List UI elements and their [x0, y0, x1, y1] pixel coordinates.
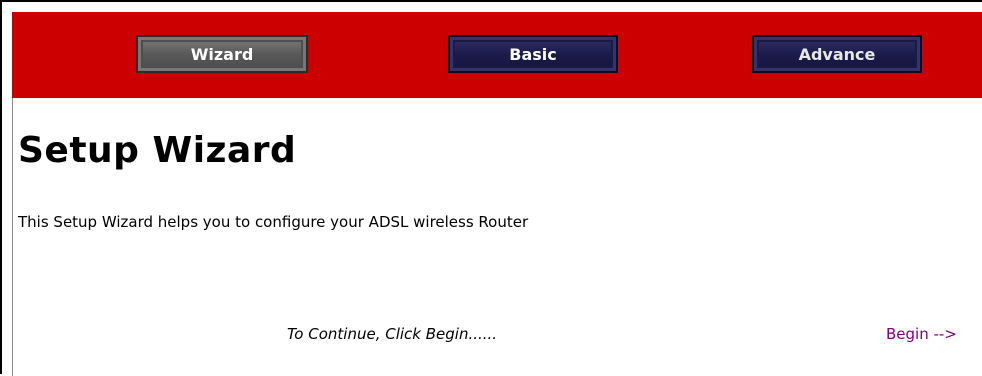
top-nav-bar: Wizard Basic Advance [12, 12, 982, 98]
page-title: Setup Wizard [18, 130, 297, 171]
advance-button[interactable]: Advance [752, 35, 922, 73]
wizard-button[interactable]: Wizard [136, 35, 308, 73]
begin-link[interactable]: Begin --> [886, 325, 957, 343]
basic-button[interactable]: Basic [448, 35, 618, 73]
page-frame: Wizard Basic Advance Setup Wizard This S… [0, 0, 982, 376]
continue-instruction: To Continue, Click Begin...... [287, 325, 498, 343]
content-left-border [12, 98, 13, 376]
description-text: This Setup Wizard helps you to configure… [18, 213, 529, 231]
